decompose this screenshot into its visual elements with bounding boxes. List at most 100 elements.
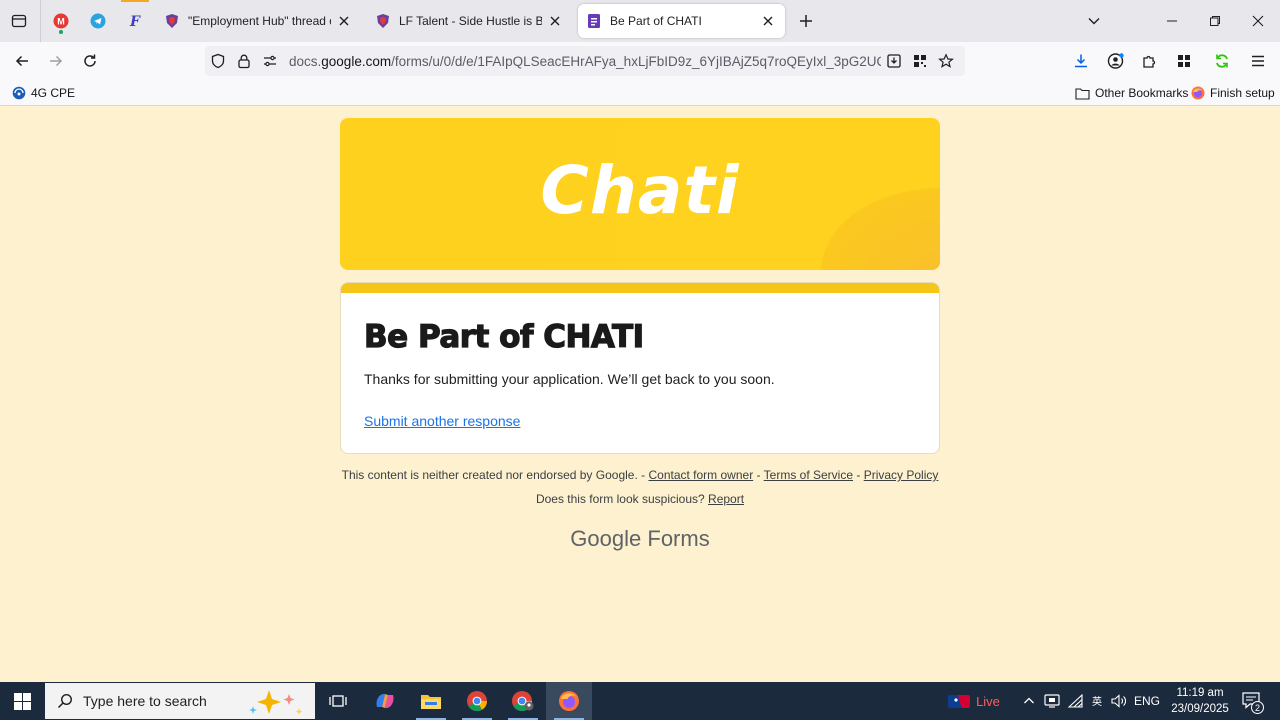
language-indicator[interactable]: ENG (1132, 682, 1162, 720)
taskbar-search-box[interactable]: Type here to search (45, 683, 315, 719)
account-button[interactable] (1102, 47, 1130, 75)
other-bookmarks[interactable]: Other Bookmarks (1075, 84, 1188, 102)
lock-icon[interactable] (231, 46, 257, 76)
download-icon (1075, 54, 1087, 68)
clock[interactable]: 11:19 am 23/09/2025 (1162, 685, 1238, 717)
qr-code-icon[interactable] (907, 46, 933, 76)
forward-button[interactable] (42, 47, 70, 75)
form-title: Be Part of CHATI (363, 318, 644, 355)
restore-button[interactable] (1194, 6, 1236, 36)
report-link[interactable]: Report (708, 492, 744, 506)
taskbar-firefox[interactable] (546, 682, 592, 720)
shield-favicon-icon (164, 13, 180, 29)
minimize-button[interactable] (1151, 6, 1193, 36)
page-permissions-icon[interactable] (257, 46, 283, 76)
mlb-logo-icon (948, 694, 971, 708)
terms-of-service-link[interactable]: Terms of Service (764, 468, 853, 482)
minimize-icon (1167, 20, 1177, 22)
report-footer: Does this form look suspicious? Report (340, 492, 940, 506)
bookmarks-toolbar: 4G CPE Other Bookmarks Finish setup (0, 80, 1280, 106)
start-button[interactable] (0, 682, 44, 720)
notification-dot (59, 30, 63, 34)
speaker-icon (1111, 694, 1126, 708)
separator: - (637, 468, 649, 482)
bookmark-star-icon[interactable] (933, 46, 959, 76)
tab-lf-talent[interactable]: LF Talent - Side Hustle is Back - (367, 4, 572, 38)
input-method-button[interactable]: 英 (1087, 682, 1107, 720)
taskbar-chrome[interactable] (454, 682, 500, 720)
plus-icon (800, 15, 812, 27)
download-page-icon[interactable] (881, 46, 907, 76)
chevron-up-icon (1024, 697, 1034, 704)
contact-form-owner-link[interactable]: Contact form owner (648, 468, 753, 482)
clock-date: 23/09/2025 (1171, 703, 1229, 715)
pinned-tab-telegram[interactable] (80, 5, 116, 37)
close-tab-icon[interactable] (546, 12, 564, 30)
close-tab-icon[interactable] (335, 12, 353, 30)
extensions-button[interactable] (1135, 47, 1163, 75)
reload-button[interactable] (76, 47, 104, 75)
search-placeholder: Type here to search (83, 693, 207, 709)
disclaimer-footer: This content is neither created nor endo… (340, 468, 940, 482)
clock-time: 11:19 am (1176, 687, 1224, 699)
forms-wordmark: Forms (647, 526, 710, 551)
bookmark-label: Other Bookmarks (1095, 86, 1189, 100)
show-hidden-icons-button[interactable] (1018, 682, 1040, 720)
tracking-protection-icon[interactable] (205, 46, 231, 76)
downloads-button[interactable] (1067, 47, 1095, 75)
chati-logo: Chati (540, 152, 740, 229)
bookmark-label: 4G CPE (31, 86, 76, 100)
close-icon (1252, 15, 1264, 27)
submit-another-response-link[interactable]: Submit another response (364, 413, 520, 429)
account-icon (1107, 53, 1124, 69)
display-tray-icon (1044, 694, 1060, 708)
close-window-button[interactable] (1237, 6, 1279, 36)
confirmation-message: Thanks for submitting your application. … (364, 371, 775, 387)
arrow-left-icon (15, 55, 28, 67)
volume-button[interactable] (1108, 682, 1130, 720)
tray-app-icon[interactable] (1042, 682, 1062, 720)
taskbar-copilot[interactable] (362, 682, 408, 720)
taskbar-chrome-profile[interactable] (500, 682, 546, 720)
firefox-view-button[interactable] (5, 7, 33, 35)
apps-button[interactable] (1170, 47, 1198, 75)
notification-center-button[interactable]: 2 (1238, 682, 1266, 720)
task-view-button[interactable] (315, 682, 361, 720)
bookmark-4g-cpe[interactable]: 4G CPE (12, 84, 75, 102)
sync-button[interactable] (1208, 47, 1236, 75)
separator: - (753, 468, 764, 482)
firefox-icon (559, 691, 579, 711)
gmail-icon: M (53, 13, 69, 29)
hamburger-menu-icon (1252, 55, 1264, 67)
privacy-policy-link[interactable]: Privacy Policy (864, 468, 939, 482)
search-icon (57, 693, 73, 709)
google-forms-logo[interactable]: Google Forms (340, 526, 940, 552)
tab-be-part-of-chati[interactable]: Be Part of CHATI (578, 4, 785, 38)
svg-text:英: 英 (1092, 695, 1102, 708)
close-tab-icon[interactable] (759, 12, 777, 30)
new-tab-button[interactable] (792, 7, 820, 35)
sparkle-highlight-icon (249, 690, 303, 715)
form-header-banner: Chati (340, 118, 940, 270)
task-view-icon (329, 695, 347, 707)
back-button[interactable] (8, 47, 36, 75)
bookmark-finish-setup[interactable]: Finish setup (1191, 84, 1275, 102)
menu-button[interactable] (1244, 47, 1272, 75)
tab-employment-hub[interactable]: "Employment Hub" thread optio (156, 4, 361, 38)
card-accent-bar (341, 283, 939, 293)
disclaimer-text: This content is neither created nor endo… (341, 468, 638, 482)
svg-text:F: F (129, 14, 141, 29)
pinned-tab-gmail[interactable]: M (43, 5, 79, 37)
network-button[interactable] (1065, 682, 1087, 720)
taskbar-file-explorer[interactable] (408, 682, 454, 720)
url-text: docs.google.com/forms/u/0/d/e/1FAIpQLSea… (289, 53, 881, 69)
address-bar[interactable]: docs.google.com/forms/u/0/d/e/1FAIpQLSea… (205, 46, 965, 76)
form-page: Chati Be Part of CHATI Thanks for submit… (0, 106, 1280, 682)
copilot-icon (376, 693, 394, 709)
tab-separator (40, 0, 41, 42)
mlb-live-widget[interactable]: Live (942, 682, 1006, 720)
list-all-tabs-button[interactable] (1080, 7, 1108, 35)
f-logo-icon: F (129, 14, 141, 29)
restore-icon (1210, 16, 1220, 26)
pinned-tab-f[interactable]: F (117, 0, 153, 37)
